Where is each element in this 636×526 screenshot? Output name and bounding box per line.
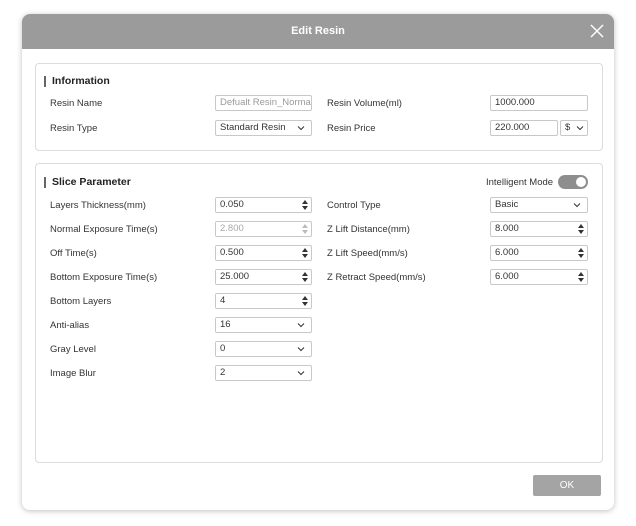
control-type-value: Basic	[495, 199, 519, 210]
spinner-icon[interactable]	[578, 223, 584, 235]
off-time-label: Off Time(s)	[50, 248, 97, 259]
chevron-down-icon	[576, 126, 584, 131]
off-time-value: 0.500	[220, 247, 244, 258]
dialog-titlebar: Edit Resin	[22, 14, 614, 49]
image-blur-label: Image Blur	[50, 368, 96, 379]
layers-thickness-label: Layers Thickness(mm)	[50, 200, 146, 211]
slice-parameter-title: Slice Parameter	[44, 177, 131, 188]
bottom-layers-value: 4	[220, 295, 226, 306]
bottom-layers-input[interactable]: 4	[215, 293, 312, 309]
chevron-down-icon	[297, 126, 305, 131]
anti-alias-value: 16	[220, 319, 231, 330]
resin-volume-input[interactable]: 1000.000	[490, 95, 588, 111]
resin-price-value: 220.000	[495, 122, 530, 133]
z-lift-distance-value: 8.000	[495, 223, 519, 234]
control-type-select[interactable]: Basic	[490, 197, 588, 213]
dialog-title: Edit Resin	[291, 25, 345, 37]
chevron-down-icon	[297, 347, 305, 352]
normal-exposure-label: Normal Exposure Time(s)	[50, 224, 158, 235]
resin-name-placeholder: Defualt Resin_Normal	[220, 97, 312, 108]
z-lift-distance-label: Z Lift Distance(mm)	[327, 224, 410, 235]
z-lift-speed-value: 6.000	[495, 247, 519, 258]
image-blur-value: 2	[220, 367, 226, 378]
z-retract-speed-input[interactable]: 6.000	[490, 269, 588, 285]
spinner-icon[interactable]	[578, 247, 584, 259]
intelligent-mode-label: Intelligent Mode	[486, 177, 554, 188]
layers-thickness-value: 0.050	[220, 199, 244, 210]
resin-price-input[interactable]: 220.000	[490, 120, 558, 136]
resin-name-label: Resin Name	[50, 98, 103, 109]
edit-resin-dialog: Edit Resin Information Resin Name Defual…	[22, 14, 614, 510]
normal-exposure-input[interactable]: 2.800	[215, 221, 312, 237]
chevron-down-icon	[297, 371, 305, 376]
z-retract-speed-value: 6.000	[495, 271, 519, 282]
control-type-label: Control Type	[327, 200, 381, 211]
z-lift-speed-input[interactable]: 6.000	[490, 245, 588, 261]
layers-thickness-input[interactable]: 0.050	[215, 197, 312, 213]
chevron-down-icon	[297, 323, 305, 328]
off-time-input[interactable]: 0.500	[215, 245, 312, 261]
resin-price-label: Resin Price	[327, 123, 376, 134]
gray-level-value: 0	[220, 343, 226, 354]
gray-level-select[interactable]: 0	[215, 341, 312, 357]
currency-select[interactable]: $	[560, 120, 588, 136]
z-retract-speed-label: Z Retract Speed(mm/s)	[327, 272, 426, 283]
spinner-icon[interactable]	[302, 247, 308, 259]
currency-value: $	[565, 122, 571, 133]
resin-type-select[interactable]: Standard Resin	[215, 120, 312, 136]
chevron-down-icon	[573, 203, 581, 208]
bottom-exposure-value: 25.000	[220, 271, 250, 282]
intelligent-mode-toggle[interactable]	[558, 175, 588, 189]
spinner-icon[interactable]	[302, 295, 308, 307]
resin-volume-value: 1000.000	[495, 97, 535, 108]
anti-alias-label: Anti-alias	[50, 320, 90, 331]
bottom-layers-label: Bottom Layers	[50, 296, 112, 307]
resin-type-label: Resin Type	[50, 123, 98, 134]
spinner-icon[interactable]	[302, 199, 308, 211]
bottom-exposure-label: Bottom Exposure Time(s)	[50, 272, 158, 283]
toggle-knob	[576, 177, 586, 187]
resin-name-input[interactable]: Defualt Resin_Normal	[215, 95, 312, 111]
ok-button[interactable]: OK	[533, 475, 601, 496]
close-icon[interactable]	[588, 22, 606, 40]
bottom-exposure-input[interactable]: 25.000	[215, 269, 312, 285]
information-panel: Information Resin Name Defualt Resin_Nor…	[35, 63, 603, 151]
resin-volume-label: Resin Volume(ml)	[327, 98, 402, 109]
spinner-icon[interactable]	[302, 271, 308, 283]
z-lift-distance-input[interactable]: 8.000	[490, 221, 588, 237]
information-title: Information	[44, 76, 110, 87]
spinner-icon[interactable]	[578, 271, 584, 283]
z-lift-speed-label: Z Lift Speed(mm/s)	[327, 248, 408, 259]
spinner-icon[interactable]	[302, 223, 308, 235]
slice-parameter-panel: Slice Parameter Intelligent Mode Layers …	[35, 163, 603, 463]
gray-level-label: Gray Level	[50, 344, 96, 355]
image-blur-select[interactable]: 2	[215, 365, 312, 381]
resin-type-value: Standard Resin	[220, 122, 286, 133]
anti-alias-select[interactable]: 16	[215, 317, 312, 333]
normal-exposure-value: 2.800	[220, 223, 244, 234]
